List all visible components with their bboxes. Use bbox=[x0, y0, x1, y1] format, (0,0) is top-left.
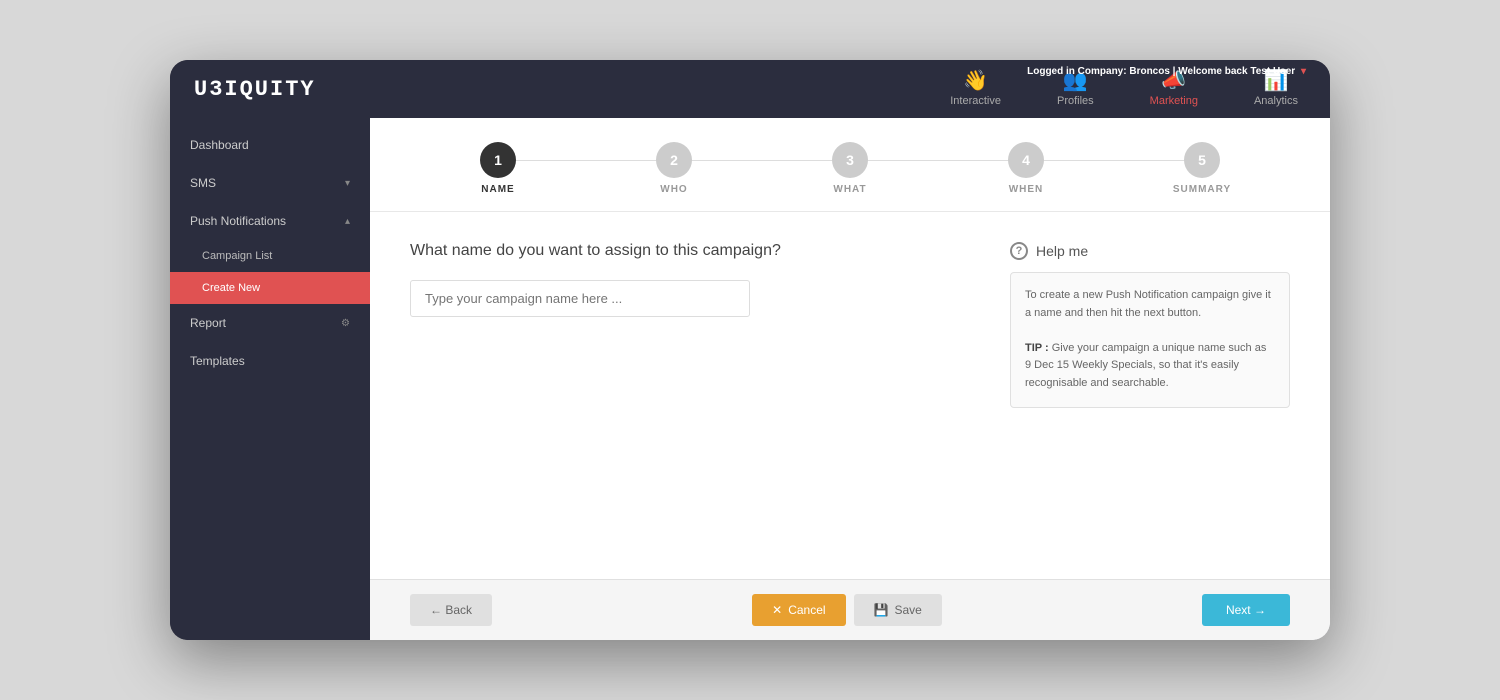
push-chevron: ▴ bbox=[345, 216, 350, 227]
footer-center: ✕ Cancel 💾 Save bbox=[752, 594, 942, 626]
main-area: Dashboard SMS ▾ Push Notifications ▴ Cam… bbox=[170, 118, 1330, 640]
footer-left: ← Back bbox=[410, 594, 492, 626]
save-icon: 💾 bbox=[874, 603, 889, 617]
step-circle-1: 1 bbox=[480, 142, 516, 178]
save-button[interactable]: 💾 Save bbox=[854, 594, 942, 626]
spacer bbox=[370, 438, 1330, 579]
sidebar-item-push-notifications[interactable]: Push Notifications ▴ bbox=[170, 202, 370, 240]
form-right: ? Help me To create a new Push Notificat… bbox=[1010, 242, 1290, 408]
step-5: 5 SUMMARY bbox=[1114, 142, 1290, 211]
step-label-5: SUMMARY bbox=[1173, 184, 1231, 195]
step-circle-5: 5 bbox=[1184, 142, 1220, 178]
tip-label: TIP : bbox=[1025, 342, 1049, 354]
step-label-3: WHAT bbox=[833, 184, 866, 195]
sidebar-item-report[interactable]: Report ⚙ bbox=[170, 304, 370, 342]
back-button[interactable]: ← Back bbox=[410, 594, 492, 626]
help-box: To create a new Push Notification campai… bbox=[1010, 272, 1290, 408]
campaign-name-input[interactable] bbox=[410, 280, 750, 317]
cancel-x-icon: ✕ bbox=[772, 603, 782, 617]
nav-interactive[interactable]: 👋 Interactive bbox=[942, 65, 1009, 113]
cancel-button[interactable]: ✕ Cancel bbox=[752, 594, 845, 626]
sidebar: Dashboard SMS ▾ Push Notifications ▴ Cam… bbox=[170, 118, 370, 640]
report-settings-icon: ⚙ bbox=[341, 318, 350, 329]
content-panel: 1 NAME 2 WHO 3 WHAT bbox=[370, 118, 1330, 640]
step-4: 4 WHEN bbox=[938, 142, 1114, 211]
sidebar-item-create-new[interactable]: Create New bbox=[170, 272, 370, 304]
form-left: What name do you want to assign to this … bbox=[410, 242, 970, 408]
step-label-1: NAME bbox=[481, 184, 514, 195]
step-1: 1 NAME bbox=[410, 142, 586, 211]
step-circle-3: 3 bbox=[832, 142, 868, 178]
step-label-4: WHEN bbox=[1009, 184, 1044, 195]
step-2: 2 WHO bbox=[586, 142, 762, 211]
step-3: 3 WHAT bbox=[762, 142, 938, 211]
step-progress: 1 NAME 2 WHO 3 WHAT bbox=[370, 118, 1330, 212]
sidebar-item-sms[interactable]: SMS ▾ bbox=[170, 164, 370, 202]
user-dropdown-arrow[interactable]: ▾ bbox=[1301, 66, 1306, 77]
help-icon: ? bbox=[1010, 242, 1028, 260]
next-button[interactable]: Next → bbox=[1202, 594, 1290, 626]
step-circle-4: 4 bbox=[1008, 142, 1044, 178]
sidebar-item-templates[interactable]: Templates bbox=[170, 342, 370, 380]
wizard-area: 1 NAME 2 WHO 3 WHAT bbox=[370, 118, 1330, 640]
form-question: What name do you want to assign to this … bbox=[410, 242, 970, 260]
footer-right: Next → bbox=[1202, 594, 1290, 626]
help-header: ? Help me bbox=[1010, 242, 1290, 260]
sms-chevron: ▾ bbox=[345, 178, 350, 189]
form-area: What name do you want to assign to this … bbox=[370, 212, 1330, 438]
step-label-2: WHO bbox=[660, 184, 687, 195]
sidebar-item-dashboard[interactable]: Dashboard bbox=[170, 126, 370, 164]
logo: U3IQUITY bbox=[194, 77, 316, 102]
step-circle-2: 2 bbox=[656, 142, 692, 178]
top-header: U3IQUITY Logged in Company: Broncos | We… bbox=[170, 60, 1330, 118]
footer-buttons: ← Back ✕ Cancel 💾 Save Next → bbox=[370, 579, 1330, 640]
user-info: Logged in Company: Broncos | Welcome bac… bbox=[1027, 66, 1306, 77]
interactive-icon: 👋 bbox=[963, 71, 988, 91]
sidebar-item-campaign-list[interactable]: Campaign List bbox=[170, 240, 370, 272]
